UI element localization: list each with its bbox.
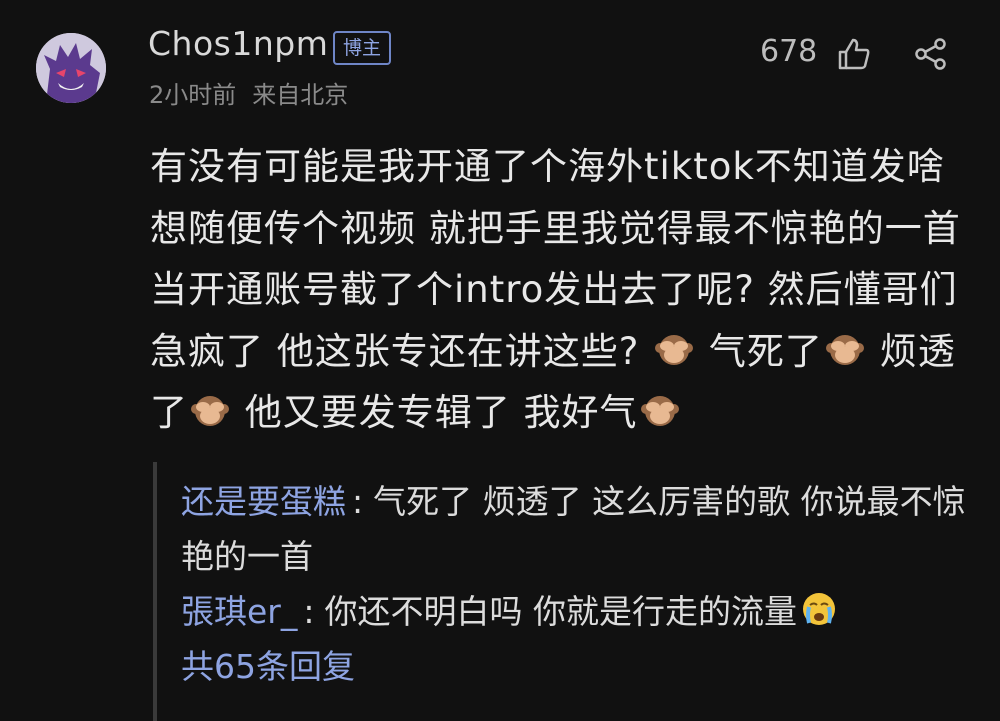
thumbs-up-icon[interactable] <box>836 36 872 72</box>
reply-divider <box>153 462 157 721</box>
reply-username[interactable]: 还是要蛋糕 <box>181 482 346 521</box>
see-no-evil-monkey-icon <box>191 396 229 426</box>
view-replies-link[interactable]: 共65条回复 <box>181 639 971 694</box>
author-badge: 博主 <box>333 31 392 65</box>
comment-text: 气死了 <box>696 329 823 373</box>
ghost-avatar-icon <box>36 33 106 103</box>
share-icon[interactable] <box>914 37 948 71</box>
reply-item[interactable]: 張琪er_: 你还不明白吗 你就是行走的流量 <box>181 584 971 639</box>
reply-text: 你还不明白吗 你就是行走的流量 <box>324 592 798 631</box>
see-no-evil-monkey-icon <box>655 334 694 365</box>
username[interactable]: Chos1npm <box>148 24 328 63</box>
avatar[interactable] <box>36 33 106 103</box>
like-count: 678 <box>760 34 818 69</box>
comment-text: 他又要发专辑了 我好气 <box>232 391 638 434</box>
post-meta: 2小时前 来自北京 <box>149 75 348 110</box>
reply-item[interactable]: 还是要蛋糕: 气死了 烦透了 这么厉害的歌 你说最不惊艳的一首 <box>181 474 971 584</box>
see-no-evil-monkey-icon <box>640 396 679 426</box>
comment-body: 有没有可能是我开通了个海外tiktok不知道发啥 想随便传个视频 就把手里我觉得… <box>150 136 980 444</box>
post-time: 2小时前 <box>149 81 237 109</box>
see-no-evil-monkey-icon <box>825 334 864 365</box>
post-location: 来自北京 <box>252 81 349 109</box>
reply-username[interactable]: 張琪er_ <box>181 592 297 631</box>
crying-face-icon <box>803 593 835 625</box>
reply-colon: : <box>303 592 315 631</box>
reply-list: 还是要蛋糕: 气死了 烦透了 这么厉害的歌 你说最不惊艳的一首 張琪er_: 你还不… <box>181 474 971 694</box>
reply-colon: : <box>352 482 364 521</box>
